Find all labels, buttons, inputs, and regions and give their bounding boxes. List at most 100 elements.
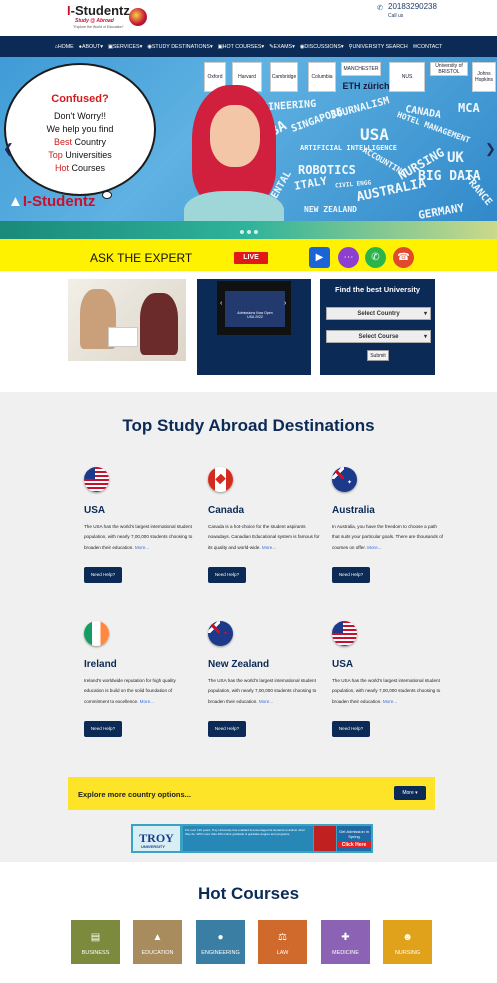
phone-call-icon[interactable]: ☎ [393,247,414,268]
course-engineering[interactable]: ● ENGINEERING [196,920,245,964]
course-medicine[interactable]: ✚ MEDICINE [321,920,370,964]
confused-heading: Confused? [51,93,109,105]
logo-subtitle: Study @ Abroad [75,18,114,24]
finder-title: Find the best University [334,285,421,294]
destination-name: New Zealand [208,659,270,670]
usa-flag-icon [332,621,357,646]
ireland-flag-icon [84,621,109,646]
destination-name: Australia [332,505,375,516]
nav-university-search[interactable]: ⚲UNIVERSITY SEARCH [349,44,408,50]
banner-line: We help you find [46,124,114,134]
explore-text: Explore more country options... [78,790,191,799]
ask-expert-title: ASK THE EXPERT [90,251,193,265]
course-business[interactable]: ▤ BUSINESS [71,920,120,964]
nurse-icon: ☻ [402,932,413,943]
nav-hot-courses[interactable]: ▣HOT COURSES▾ [218,44,264,50]
call-us-label: Call us [388,13,404,19]
scales-icon: ⚖ [278,932,287,943]
globe-icon [129,8,147,26]
helmet-icon: ● [217,932,224,943]
more-link[interactable]: More... [140,699,154,704]
phone-number[interactable]: 20183290238 [388,2,437,11]
university-logo: ETH zürich [342,81,390,91]
nav-services[interactable]: ▣SERVICES▾ [108,44,142,50]
need-help-button[interactable]: Need Help? [332,721,370,737]
banner-word: GERMANY [417,201,466,222]
thought-cloud: Confused? Don't Worry!! We help you find… [4,63,156,199]
banner-word: MCA [458,101,480,115]
ad-graduates-image [314,826,336,851]
slider-prev-icon[interactable]: ❮ [3,141,14,157]
banner-logo: ▲I-Studentz [8,193,96,210]
video-player[interactable]: Admissions Now Open USA 2022 [217,281,291,335]
new-zealand-flag-icon: ✦ [208,621,233,646]
nav-about[interactable]: ●ABOUT▾ [79,44,103,50]
need-help-button[interactable]: Need Help? [208,721,246,737]
course-law[interactable]: ⚖ LAW [258,920,307,964]
need-help-button[interactable]: Need Help? [208,567,246,583]
banner-line: Hot Courses [54,163,106,173]
need-help-button[interactable]: Need Help? [332,567,370,583]
university-logo: Johns Hopkins [472,62,496,92]
banner-word: ARTIFICIAL INTELLIGENCE [300,144,397,152]
need-help-button[interactable]: Need Help? [84,721,122,737]
more-link[interactable]: More... [262,545,276,550]
slider-dots[interactable] [240,230,260,234]
graduation-cap-icon: ▲ [152,932,163,943]
logo-tagline: "Explore the World of Education" [73,25,124,29]
destination-description: In Australia, you have the freedom to ch… [332,524,443,550]
university-logo: NUS [389,62,425,92]
country-select[interactable]: Select Country [326,307,431,320]
hot-courses-title: Hot Courses [197,884,300,903]
finder-submit-button[interactable]: Submit [367,350,389,361]
university-logo: MANCHESTER [341,62,381,76]
slider-next-icon[interactable]: ❯ [485,141,496,157]
phone-icon: ✆ [377,5,383,12]
troy-university-ad[interactable]: TROY UNIVERSITY For over 130 years, Troy… [131,824,373,853]
banner-word: ROBOTICS [298,163,356,177]
more-link[interactable]: More... [383,699,397,704]
whatsapp-icon[interactable]: ✆ [365,247,386,268]
need-help-button[interactable]: Need Help? [84,567,122,583]
counselling-photo [68,279,186,361]
nav-discussions[interactable]: ◉DISCUSSIONS▾ [300,44,344,50]
chat-icon[interactable]: ⋯ [338,247,359,268]
course-education[interactable]: ▲ EDUCATION [133,920,182,964]
more-countries-button[interactable]: More ▾ [394,786,426,800]
course-select[interactable]: Select Course [326,330,431,343]
destination-description: The USA has the world's largest internat… [332,678,441,704]
destination-name: USA [84,505,106,516]
more-link[interactable]: More... [259,699,273,704]
video-call-icon[interactable]: ▶ [309,247,330,268]
more-link[interactable]: More... [135,545,149,550]
site-logo[interactable]: I-Studentz Study @ Abroad "Explore the W… [67,3,151,33]
destination-description: Canada is a hot-choice for the student a… [208,524,320,550]
banner-word: UK [447,150,464,166]
destination-description: The USA has the world's largest internat… [208,678,317,704]
destination-name: Ireland [84,659,117,670]
chart-icon: ▤ [90,932,101,943]
more-link[interactable]: More... [367,545,381,550]
course-nursing[interactable]: ☻ NURSING [383,920,432,964]
video-caption: Admissions Now Open USA 2022 [237,311,273,319]
destination-name: USA [332,659,354,670]
nav-contact[interactable]: ✉CONTACT [413,44,443,50]
video-next-icon[interactable]: › [284,300,286,307]
university-logo: University of BRISTOL [430,62,468,76]
banner-word: ITALY [293,174,329,193]
destination-name: Canada [208,505,245,516]
medical-kit-icon: ✚ [341,932,350,943]
nav-exams[interactable]: ✎EXAMS▾ [269,44,295,50]
hero-banner[interactable]: Oxford Harvard Cambridge Columbia MANCHE… [0,57,497,239]
nav-study-destinations[interactable]: ◉STUDY DESTINATIONS▾ [147,44,212,50]
video-prev-icon[interactable]: ‹ [220,300,222,307]
destination-description: Ireland's worldwide reputation for high … [84,678,176,704]
main-nav: ⌂HOME ●ABOUT▾ ▣SERVICES▾ ◉STUDY DESTINAT… [0,36,497,57]
banner-word: NEW ZEALAND [304,205,357,214]
destinations-title: Top Study Abroad Destinations [122,416,375,435]
ad-cta[interactable]: Get Admission in Spring Click Here [337,826,371,851]
live-badge[interactable]: LIVE [234,252,268,264]
nav-home[interactable]: ⌂HOME [55,44,74,50]
destination-description: The USA has the world's largest internat… [84,524,193,550]
canada-flag-icon [208,467,233,492]
